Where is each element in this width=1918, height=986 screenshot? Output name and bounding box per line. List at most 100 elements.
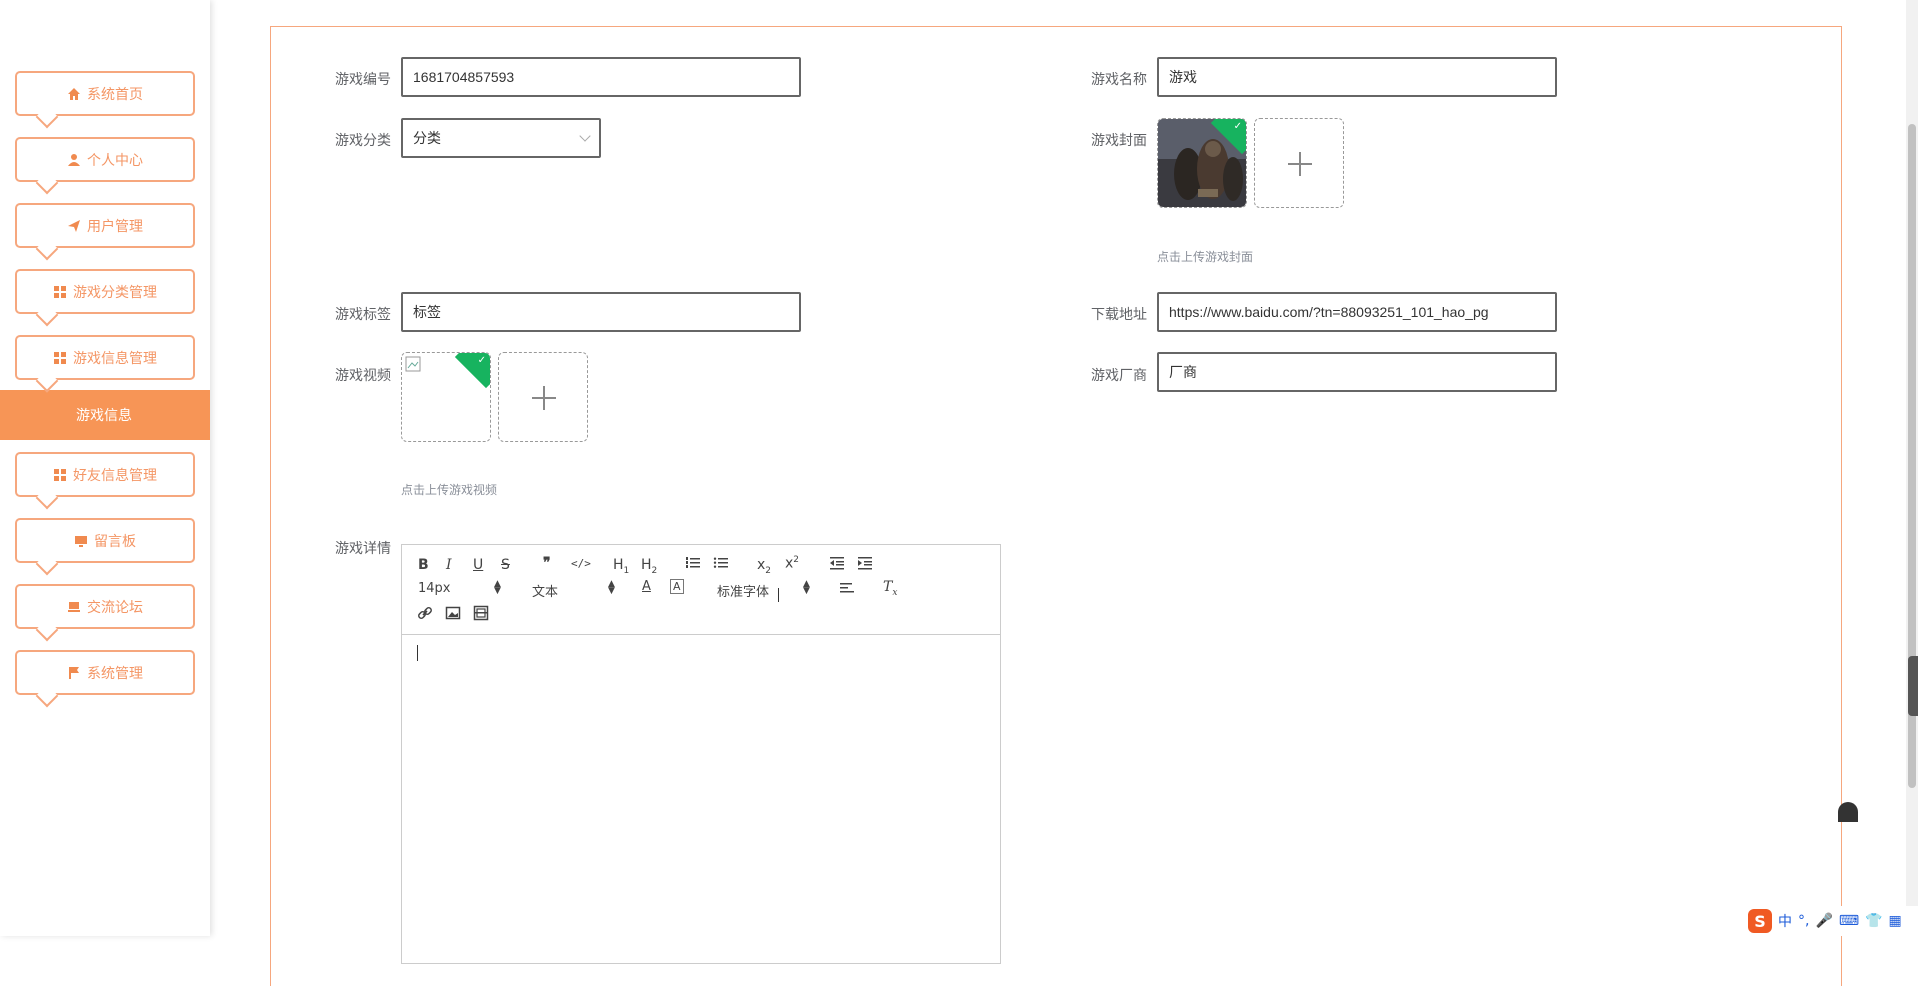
cover-thumbnail[interactable]: ✓ (1157, 118, 1247, 208)
monitor-icon (74, 534, 88, 548)
floating-widget[interactable] (1838, 802, 1858, 822)
ime-punctuation[interactable]: °, (1798, 913, 1809, 929)
game-id-input[interactable]: 1681704857593 (401, 57, 801, 97)
toolbox-icon[interactable]: ▦ (1889, 913, 1902, 929)
sidebar-item-forum[interactable]: 交流论坛 (15, 584, 195, 629)
updown-icon: ▲▼ (494, 581, 501, 595)
video-upload-hint: 点击上传游戏视频 (401, 481, 497, 498)
ordered-list-icon (685, 556, 701, 570)
sidebar-item-label: 好友信息管理 (73, 465, 157, 485)
page-scrollbar[interactable] (1906, 0, 1918, 936)
sidebar-item-label: 系统首页 (87, 84, 143, 104)
grid-icon (53, 285, 67, 299)
outdent-button[interactable] (829, 556, 845, 574)
tags-label: 游戏标签 (335, 304, 391, 324)
bullet-list-button[interactable] (713, 556, 729, 574)
font-size-value: 14px (418, 581, 451, 596)
bold-button[interactable]: B (418, 557, 429, 573)
skin-icon[interactable]: 👕 (1865, 913, 1882, 929)
sidebar-item-game-category[interactable]: 游戏分类管理 (15, 269, 195, 314)
microphone-icon[interactable]: 🎤 (1815, 913, 1832, 929)
sogou-logo-icon[interactable]: S (1748, 909, 1772, 933)
keyboard-icon[interactable]: ⌨ (1839, 913, 1859, 929)
code-block-button[interactable]: </> (571, 557, 591, 570)
image-button[interactable] (445, 605, 461, 625)
link-icon (417, 605, 433, 621)
h2-button[interactable]: H2 (641, 557, 657, 576)
font-family-select[interactable]: 标准字体 ▲▼ (717, 581, 811, 597)
sidebar-item-label: 用户管理 (87, 216, 143, 236)
align-left-icon (839, 582, 855, 594)
user-icon (67, 153, 81, 167)
superscript-button[interactable]: x2 (785, 555, 799, 572)
video-button[interactable] (473, 605, 489, 625)
background-color-button[interactable]: A (670, 579, 684, 594)
image-icon (445, 605, 461, 621)
ime-language[interactable]: 中 (1778, 911, 1792, 931)
ordered-list-button[interactable] (685, 556, 701, 574)
cover-upload-button[interactable] (1254, 118, 1344, 208)
category-select[interactable]: 分类 (401, 118, 601, 158)
sidebar: 系统首页 个人中心 用户管理 游戏分类管理 游戏信息管理 游戏信息 好友信息管理… (0, 0, 210, 936)
mouse-cursor (778, 588, 780, 602)
underline-button[interactable]: U (473, 557, 483, 573)
game-id-label: 游戏编号 (335, 69, 391, 89)
text-color-button[interactable]: A (642, 579, 651, 594)
tags-value: 标签 (413, 302, 441, 322)
bullet-list-icon (713, 556, 729, 570)
side-widget[interactable] (1908, 656, 1918, 716)
h1-button[interactable]: H1 (613, 557, 629, 576)
subscript-button[interactable]: x2 (757, 557, 771, 576)
sidebar-item-label: 游戏信息管理 (73, 348, 157, 368)
chevron-down-icon (579, 130, 590, 141)
sidebar-item-home[interactable]: 系统首页 (15, 71, 195, 116)
updown-icon: ▲▼ (608, 581, 615, 595)
header-type-select[interactable]: 文本 ▲▼ (532, 581, 616, 597)
video-thumbnail[interactable]: ✓ (401, 352, 491, 442)
download-url-input[interactable]: https://www.baidu.com/?tn=88093251_101_h… (1157, 292, 1557, 332)
sidebar-item-system[interactable]: 系统管理 (15, 650, 195, 695)
sidebar-subitem-label: 游戏信息 (76, 405, 132, 425)
video-icon (473, 605, 489, 621)
sidebar-item-profile[interactable]: 个人中心 (15, 137, 195, 182)
game-name-value: 游戏 (1169, 67, 1197, 87)
font-family-value: 标准字体 (717, 585, 769, 600)
ime-toolbar: S 中 °, 🎤 ⌨ 👕 ▦ (1742, 906, 1918, 936)
game-id-value: 1681704857593 (413, 69, 514, 85)
category-label: 游戏分类 (335, 130, 391, 150)
editor-toolbar: B I U S ❞ </> H1 H2 x2 x2 14px ▲▼ 文本 ▲▼ … (402, 545, 1000, 635)
video-upload-button[interactable] (498, 352, 588, 442)
game-name-label: 游戏名称 (1091, 69, 1147, 89)
vendor-input[interactable]: 厂商 (1157, 352, 1557, 392)
home-icon (67, 87, 81, 101)
game-name-input[interactable]: 游戏 (1157, 57, 1557, 97)
flag-icon (67, 666, 81, 680)
sidebar-subitem-game-info[interactable]: 游戏信息 (0, 390, 210, 440)
sidebar-item-friends[interactable]: 好友信息管理 (15, 452, 195, 497)
editor-content-area[interactable] (402, 635, 1000, 965)
vendor-label: 游戏厂商 (1091, 365, 1147, 385)
cover-upload-hint: 点击上传游戏封面 (1157, 248, 1253, 265)
clear-format-button[interactable]: Tx (883, 579, 897, 598)
vendor-value: 厂商 (1169, 362, 1197, 382)
video-label: 游戏视频 (335, 365, 391, 385)
detail-label: 游戏详情 (335, 538, 391, 558)
tags-input[interactable]: 标签 (401, 292, 801, 332)
strike-button[interactable]: S (501, 557, 510, 573)
sidebar-item-label: 游戏分类管理 (73, 282, 157, 302)
send-icon (67, 219, 81, 233)
sidebar-item-game-info[interactable]: 游戏信息管理 (15, 335, 195, 380)
indent-button[interactable] (857, 556, 873, 574)
italic-button[interactable]: I (446, 557, 452, 573)
link-button[interactable] (417, 605, 433, 625)
align-button[interactable] (839, 582, 855, 598)
sidebar-item-messages[interactable]: 留言板 (15, 518, 195, 563)
download-label: 下载地址 (1091, 304, 1147, 324)
sidebar-item-label: 留言板 (94, 531, 136, 551)
sidebar-item-label: 系统管理 (87, 663, 143, 683)
sidebar-item-users[interactable]: 用户管理 (15, 203, 195, 248)
font-size-select[interactable]: 14px ▲▼ (418, 581, 502, 597)
sidebar-item-label: 个人中心 (87, 150, 143, 170)
blockquote-button[interactable]: ❞ (543, 555, 551, 571)
download-url-value: https://www.baidu.com/?tn=88093251_101_h… (1169, 304, 1489, 320)
